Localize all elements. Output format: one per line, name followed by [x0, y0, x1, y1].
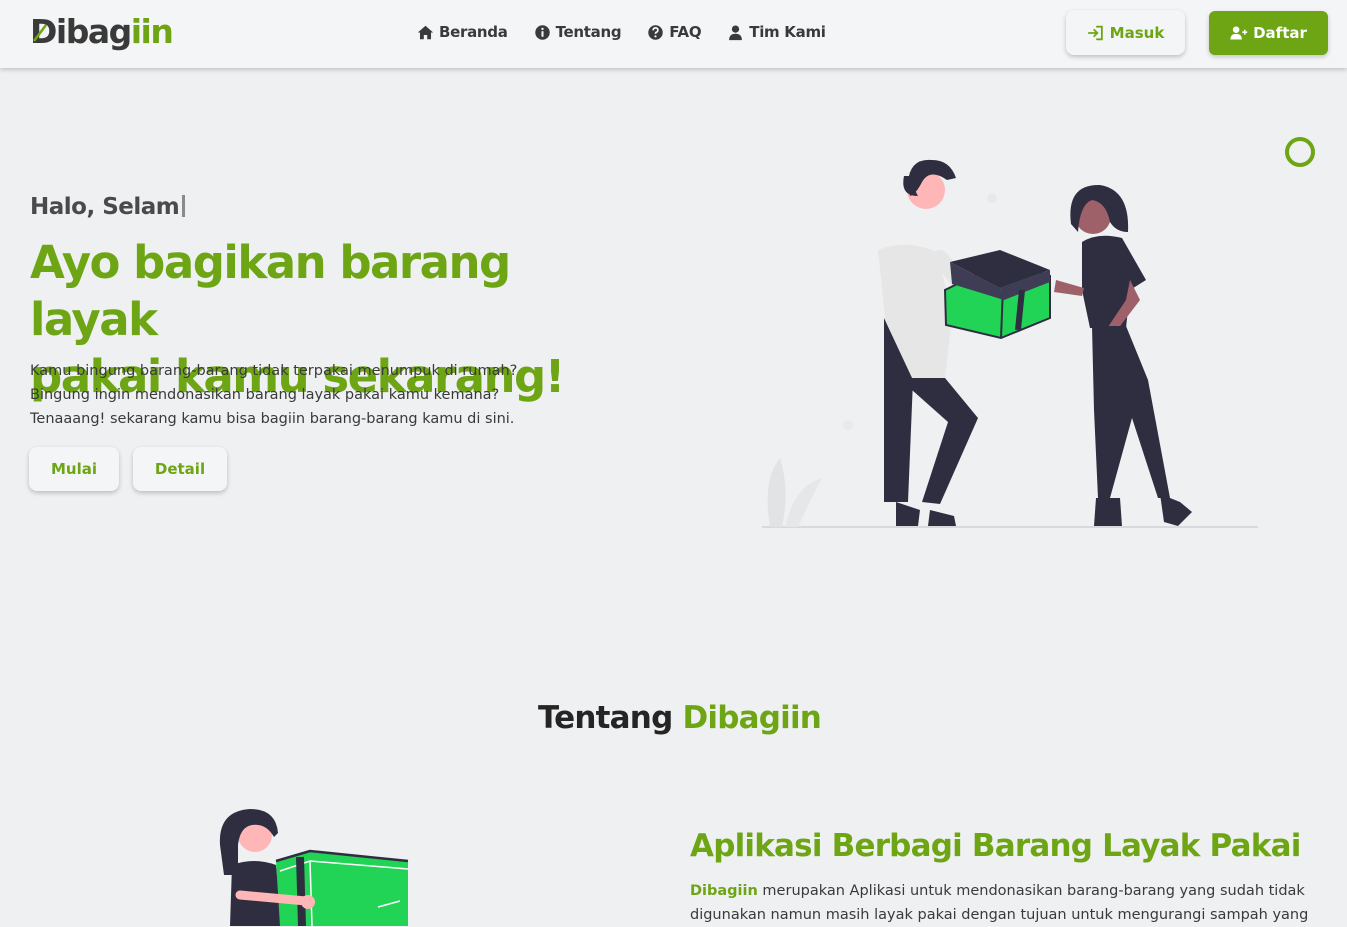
hero-title-line1: Ayo bagikan barang layak: [30, 236, 511, 346]
hero-desc-line: Tenaaang! sekarang kamu bisa bagiin bara…: [30, 411, 515, 427]
leaf-icon: [33, 24, 47, 42]
hero-illustration: [762, 159, 1258, 528]
brand-name: Dibagiin: [690, 883, 758, 899]
about-illustration: [219, 809, 409, 926]
nav-item-label: Tim Kami: [749, 23, 826, 41]
greeting-text: Halo, Selam: [30, 194, 180, 220]
hero-description: Kamu bingung barang-barang tidak terpaka…: [30, 359, 590, 431]
nav-item-beranda[interactable]: Beranda: [417, 23, 508, 41]
nav-item-tim-kami[interactable]: Tim Kami: [727, 23, 826, 41]
logo-text-green: iin: [130, 12, 174, 51]
register-label: Daftar: [1253, 24, 1307, 42]
nav-item-faq[interactable]: FAQ: [647, 23, 702, 41]
nav-item-label: Tentang: [555, 23, 622, 41]
login-button[interactable]: Masuk: [1066, 10, 1185, 55]
home-icon: [417, 25, 434, 39]
about-text-line1: merupakan Aplikasi untuk mendonasikan ba…: [757, 883, 1305, 899]
hero-greeting: Halo, Selam: [30, 194, 186, 220]
nav-item-label: FAQ: [669, 23, 702, 41]
register-button[interactable]: Daftar: [1209, 11, 1328, 55]
navbar: Dibag iin Beranda Tentang FAQ Tim Kami Ma…: [0, 0, 1347, 68]
detail-button[interactable]: Detail: [133, 447, 227, 491]
about-text-line: Dibagiin merupakan Aplikasi untuk mendon…: [690, 879, 1330, 903]
about-text-line: digunakan namun masih layak pakai dengan…: [690, 907, 1309, 923]
logo[interactable]: Dibag iin: [30, 12, 174, 52]
question-icon: [648, 24, 664, 40]
nav-menu: Beranda Tentang FAQ Tim Kami: [417, 20, 826, 44]
hero-desc-line: Kamu bingung barang-barang tidak terpaka…: [30, 363, 518, 379]
about-text: Dibagiin merupakan Aplikasi untuk mendon…: [690, 879, 1330, 927]
about-heading-dark: Tentang: [537, 700, 673, 736]
circle-decoration: [1285, 137, 1315, 167]
nav-item-label: Beranda: [439, 23, 508, 41]
sign-in-icon: [1087, 25, 1103, 40]
user-plus-icon: [1230, 26, 1248, 40]
hero-desc-line: Bingung ingin mendonasikan barang layak …: [30, 387, 500, 403]
user-icon: [729, 24, 743, 40]
login-label: Masuk: [1109, 23, 1165, 42]
about-heading: Tentang Dibagiin: [0, 700, 1347, 736]
typing-cursor: [182, 195, 186, 217]
nav-item-tentang[interactable]: Tentang: [534, 23, 622, 41]
about-title: Aplikasi Berbagi Barang Layak Pakai: [690, 828, 1301, 864]
about-heading-green: Dibagiin: [682, 700, 822, 736]
start-button[interactable]: Mulai: [29, 447, 119, 491]
info-icon: [534, 24, 550, 40]
